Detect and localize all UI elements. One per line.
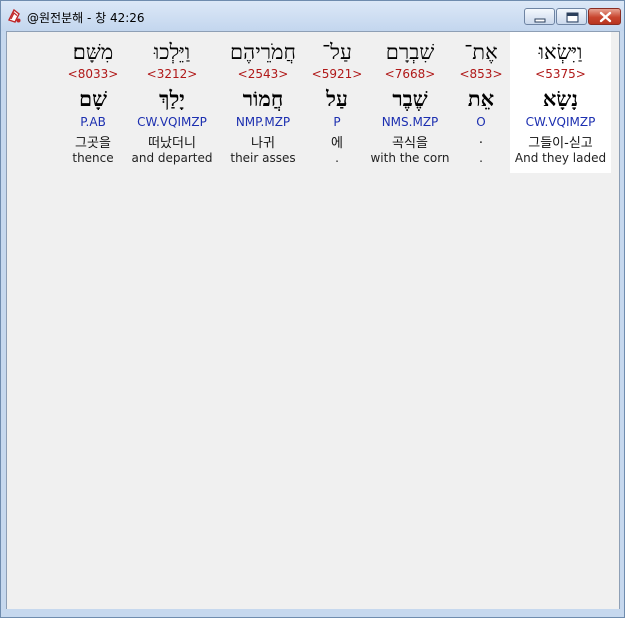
hebrew-word: עַל־	[322, 40, 352, 64]
strong-number: <5375>	[535, 67, 586, 81]
korean-gloss: .	[478, 132, 484, 147]
hebrew-word: וַיֵּלְכוּ	[153, 40, 191, 64]
app-window: @원전분해 - 창 42:26 וַיִּשְׂאוּ <5375> נָשָׂ…	[0, 0, 625, 618]
word-column[interactable]: מִשָּׁם׃ <8033> שָׁם P.AB 그곳을 thence	[62, 32, 124, 173]
hebrew-word: חֲמֹרֵיהֶם	[230, 40, 296, 64]
english-gloss: And they laded	[514, 151, 607, 165]
morph-code: O	[476, 115, 486, 129]
word-analysis-pane[interactable]: וַיִּשְׂאוּ <5375> נָשָׂא CW.VQIMZP 그들이-…	[6, 31, 620, 611]
morph-code: NMP.MZP	[235, 115, 291, 129]
word-column[interactable]: וַיִּשְׂאוּ <5375> נָשָׂא CW.VQIMZP 그들이-…	[510, 32, 611, 173]
hebrew-lemma: אֵת	[467, 86, 495, 111]
hebrew-lemma: שֶׁבֶר	[392, 86, 428, 111]
hebrew-lemma: שָׁם	[79, 86, 107, 111]
app-icon	[8, 8, 21, 23]
word-column[interactable]: שִׁבְרָם <7668> שֶׁבֶר NMS.MZP 곡식을 with …	[365, 32, 455, 173]
english-gloss: .	[479, 151, 483, 165]
hebrew-lemma: נָשָׂא	[542, 86, 579, 111]
hebrew-lemma: עַל	[326, 86, 348, 111]
hebrew-lemma: יָלַךְ	[159, 86, 185, 111]
english-gloss: and departed	[131, 151, 213, 165]
english-gloss: with the corn	[370, 151, 450, 165]
strong-number: <7668>	[384, 67, 436, 81]
hebrew-word: שִׁבְרָם	[385, 40, 435, 64]
word-column[interactable]: אֶת־ <853> אֵת O . .	[452, 32, 510, 173]
word-column[interactable]: חֲמֹרֵיהֶם <2543> חֲמוֹר NMP.MZP 나귀 thei…	[222, 32, 304, 173]
maximize-icon	[566, 12, 579, 23]
strong-number: <853>	[459, 67, 503, 81]
strong-number: <2543>	[237, 67, 289, 81]
morph-code: CW.VQIMZP	[525, 115, 596, 129]
korean-gloss: 에	[331, 136, 343, 151]
english-gloss: their asses	[230, 151, 296, 165]
english-gloss: .	[335, 151, 339, 165]
maximize-button[interactable]	[556, 8, 587, 25]
title-bar[interactable]: @원전분해 - 창 42:26	[1, 1, 624, 31]
close-icon	[599, 11, 612, 23]
word-column[interactable]: וַיֵּלְכוּ <3212> יָלַךְ CW.VQIMZP 떠났더니 …	[129, 32, 215, 173]
morph-code: CW.VQIMZP	[137, 115, 207, 129]
english-gloss: thence	[72, 151, 114, 165]
morph-code: NMS.MZP	[381, 115, 439, 129]
strong-number: <5921>	[311, 67, 363, 81]
korean-gloss: 그들이-싣고	[528, 136, 593, 151]
minimize-icon	[534, 18, 546, 23]
morph-code: P.AB	[80, 115, 106, 129]
korean-gloss: 떠났더니	[148, 136, 196, 151]
hebrew-lemma: חֲמוֹר	[242, 86, 284, 111]
strong-number: <3212>	[146, 67, 198, 81]
close-button[interactable]	[588, 8, 621, 25]
morph-code: P	[333, 115, 341, 129]
minimize-button[interactable]	[524, 8, 555, 25]
korean-gloss: 나귀	[251, 136, 275, 151]
korean-gloss: 곡식을	[392, 136, 428, 151]
hebrew-word: מִשָּׁם׃	[72, 40, 114, 64]
hebrew-word: אֶת־	[464, 40, 498, 64]
word-column[interactable]: עַל־ <5921> עַל P 에 .	[308, 32, 366, 173]
window-title: @원전분해 - 창 42:26	[27, 11, 145, 25]
hebrew-word: וַיִּשְׂאוּ	[538, 40, 583, 64]
window-bottom-border	[1, 609, 624, 617]
korean-gloss: 그곳을	[75, 136, 111, 151]
strong-number: <8033>	[67, 67, 119, 81]
